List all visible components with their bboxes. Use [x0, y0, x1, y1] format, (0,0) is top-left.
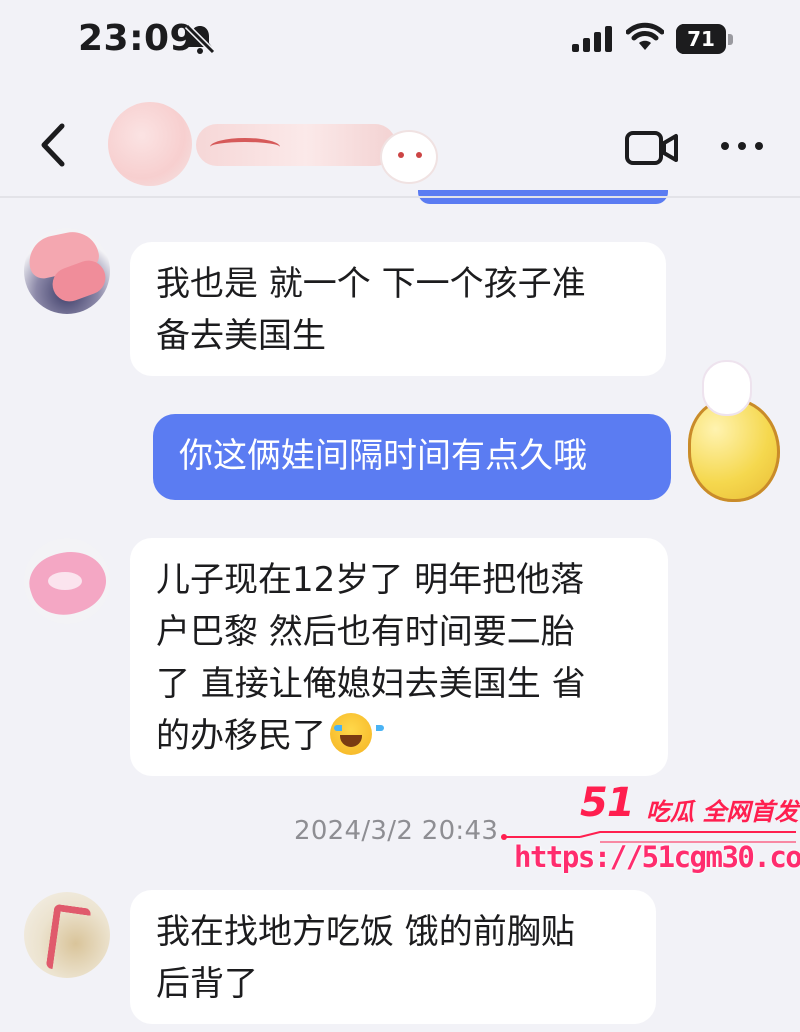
watermark-url: https://51cgm30.com	[514, 840, 800, 874]
message-line: 后背了	[156, 964, 258, 1004]
my-avatar[interactable]	[688, 360, 784, 514]
message-line: 的办移民了	[156, 716, 326, 756]
watermark-logo: 51 吃瓜 全网首发	[580, 780, 800, 832]
contact-name-redacted	[196, 124, 396, 166]
status-time: 23:09	[78, 18, 196, 59]
signal-icon	[572, 26, 612, 52]
battery-cap	[728, 34, 733, 45]
sender-avatar[interactable]	[24, 892, 110, 978]
message-line: 户巴黎 然后也有时间要二胎	[156, 612, 575, 652]
battery-body: 71	[676, 24, 726, 54]
sender-avatar[interactable]	[24, 228, 110, 314]
crying-laughing-emoji	[330, 713, 384, 755]
chat-header	[0, 90, 800, 200]
watermark-brand-text: 吃瓜 全网首发	[646, 798, 799, 826]
wifi-icon	[626, 22, 664, 50]
watermark-brand-number: 51	[580, 780, 635, 826]
message-line: 我在找地方吃饭 饿的前胸贴	[156, 912, 575, 952]
message-line: 你这俩娃间隔时间有点久哦	[179, 436, 587, 476]
message-line: 备去美国生	[156, 316, 326, 356]
battery-icon: 71	[676, 24, 734, 54]
message-bubble-incoming[interactable]: 儿子现在12岁了 明年把他落 户巴黎 然后也有时间要二胎 了 直接让俺媳妇去美国…	[130, 538, 668, 776]
message-line: 儿子现在12岁了 明年把他落	[156, 560, 585, 600]
contact-avatar[interactable]	[108, 102, 192, 186]
header-divider	[0, 196, 800, 198]
video-call-icon[interactable]	[624, 128, 680, 168]
more-icon[interactable]	[718, 138, 766, 154]
message-bubble-outgoing[interactable]: 你这俩娃间隔时间有点久哦	[153, 414, 671, 500]
status-bar: 23:09 71	[0, 0, 800, 78]
sender-avatar[interactable]	[24, 538, 110, 624]
contact-sticker	[380, 130, 438, 184]
message-bubble-incoming[interactable]: 我在找地方吃饭 饿的前胸贴 后背了	[130, 890, 656, 1024]
back-icon[interactable]	[36, 120, 68, 170]
message-line: 了 直接让俺媳妇去美国生 省	[156, 664, 586, 704]
message-bubble-incoming[interactable]: 我也是 就一个 下一个孩子准 备去美国生	[130, 242, 666, 376]
message-line-with-emoji: 的办移民了	[156, 710, 642, 762]
chat-screen: 23:09 71 我也是 就一个 下一个孩子准 备去美国生 你这俩娃间隔时间有点…	[0, 0, 800, 1032]
battery-level: 71	[687, 27, 715, 51]
message-line: 我也是 就一个 下一个孩子准	[156, 264, 586, 304]
bell-muted-icon	[184, 23, 216, 55]
message-timestamp: 2024/3/2 20:43	[294, 816, 499, 846]
